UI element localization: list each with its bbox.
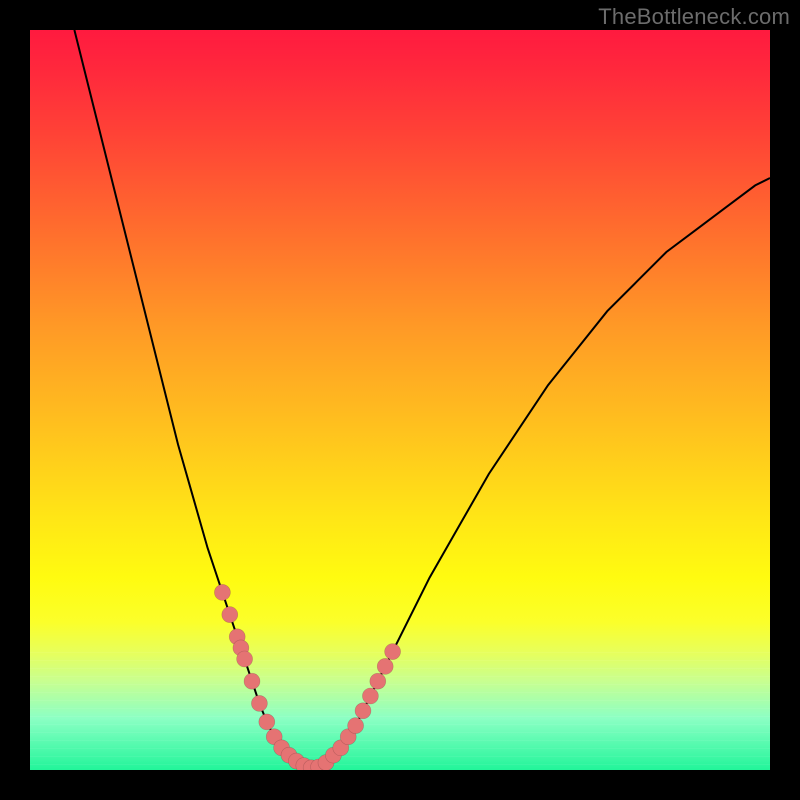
curve-svg xyxy=(30,30,770,770)
highlighted-point xyxy=(222,607,238,623)
watermark-text: TheBottleneck.com xyxy=(598,4,790,30)
highlighted-point xyxy=(377,658,393,674)
highlighted-point xyxy=(348,718,364,734)
highlighted-point xyxy=(214,584,230,600)
highlighted-point xyxy=(237,651,253,667)
highlighted-point xyxy=(259,714,275,730)
highlighted-point xyxy=(251,695,267,711)
plot-area xyxy=(30,30,770,770)
chart-frame: TheBottleneck.com xyxy=(0,0,800,800)
highlighted-points-group xyxy=(214,584,400,770)
highlighted-point xyxy=(362,688,378,704)
highlighted-point xyxy=(244,673,260,689)
highlighted-point xyxy=(385,644,401,660)
highlighted-point xyxy=(370,673,386,689)
bottleneck-curve-line xyxy=(74,30,770,768)
highlighted-point xyxy=(355,703,371,719)
